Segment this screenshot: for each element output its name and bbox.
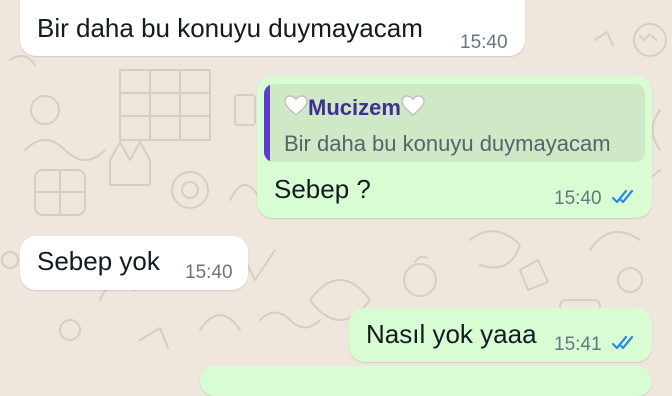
- message-text: Nasıl yok yaaa: [366, 319, 537, 349]
- double-check-read-icon: [611, 189, 634, 204]
- quote-accent-bar: [264, 84, 270, 162]
- message-time: 15:40: [460, 32, 508, 53]
- message-text: Bir daha bu konuyu duymayacam: [37, 13, 423, 43]
- quoted-text: Bir daha bu konuyu duymayacam: [284, 131, 611, 156]
- double-check-read-icon: [611, 335, 634, 350]
- outgoing-message[interactable]: Nasıl yok yaaa 15:41: [349, 308, 652, 362]
- message-time: 15:41: [554, 334, 602, 355]
- white-heart-icon: [284, 95, 308, 116]
- message-time: 15:40: [185, 262, 233, 283]
- message-text: Sebep yok: [37, 246, 160, 276]
- message-text: Sebep ?: [274, 174, 371, 204]
- quoted-message[interactable]: Mucizem Bir daha bu konuyu duymayacam: [264, 84, 645, 162]
- message-time: 15:40: [554, 188, 602, 209]
- outgoing-message[interactable]: Mucizem Bir daha bu konuyu duymayacam Se…: [257, 76, 652, 218]
- incoming-message[interactable]: Sebep yok 15:40: [20, 236, 248, 290]
- quoted-author-name: Mucizem: [308, 95, 401, 120]
- quoted-author: Mucizem: [284, 95, 425, 121]
- outgoing-message-partial[interactable]: [200, 366, 652, 396]
- incoming-message[interactable]: Bir daha bu konuyu duymayacam 15:40: [20, 0, 525, 56]
- white-heart-icon: [401, 95, 425, 116]
